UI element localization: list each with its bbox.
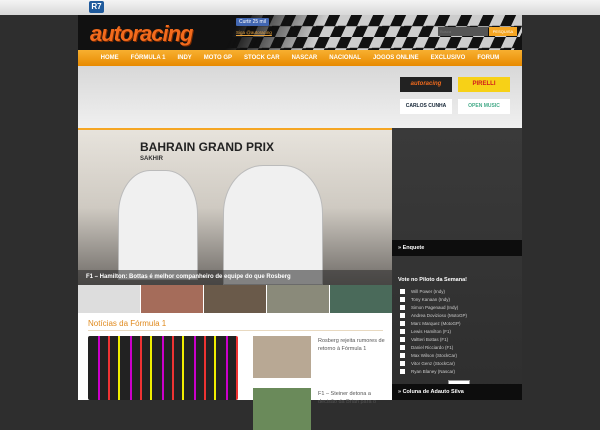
poll-option[interactable]: Daniel Ricciardo (F1): [400, 345, 453, 350]
site-logo[interactable]: autoracing: [90, 21, 193, 47]
twitter-follow-link[interactable]: Siga @autoracing: [236, 30, 272, 35]
news-link[interactable]: Rosberg rejeita rumores de retorno à Fór…: [318, 337, 386, 353]
poll-option[interactable]: Andrea Dovizioso (MotoGP): [400, 313, 467, 318]
portal-bar: R7: [0, 0, 600, 15]
slider-thumbnails: [78, 285, 392, 313]
option-label: Ryan Blaney (Nascar): [411, 369, 456, 374]
column-header[interactable]: » Coluna de Adauto Silva: [392, 384, 522, 400]
thumbnail[interactable]: [267, 285, 329, 313]
radio-button[interactable]: [400, 353, 405, 358]
option-label: Tony Kanaan (Indy): [411, 297, 451, 302]
poll-option[interactable]: Marc Marquez (MotoGP): [400, 321, 461, 326]
poll-option[interactable]: Lewis Hamilton (F1): [400, 329, 451, 334]
nav-nacional[interactable]: NACIONAL: [323, 50, 367, 66]
poll-question: Vote no Piloto da Semana!: [398, 277, 467, 283]
nav-forum[interactable]: FORUM: [471, 50, 505, 66]
option-label: Vitor Genz (StockCar): [411, 361, 455, 366]
radio-button[interactable]: [400, 297, 405, 302]
nav-indy[interactable]: INDY: [171, 50, 197, 66]
option-label: Andrea Dovizioso (MotoGP): [411, 313, 468, 318]
nav-nascar[interactable]: NASCAR: [286, 50, 324, 66]
sponsor-autoracing[interactable]: autoracing: [400, 77, 452, 92]
r7-logo[interactable]: R7: [89, 1, 104, 13]
option-label: Max Wilson (StockCar): [411, 353, 458, 358]
news-section: Notícias da Fórmula 1 Rosberg rejeita ru…: [78, 313, 392, 430]
option-label: Valtteri Bottas (F1): [411, 337, 449, 342]
nav-motogp[interactable]: MOTO GP: [198, 50, 238, 66]
poll-option[interactable]: Valtteri Bottas (F1): [400, 337, 448, 342]
driver-photo-left: [118, 170, 198, 280]
radio-button[interactable]: [400, 321, 405, 326]
nav-home[interactable]: HOME: [95, 50, 125, 66]
radio-button[interactable]: [400, 289, 405, 294]
option-label: Marc Marquez (MotoGP): [411, 321, 461, 326]
poll-option[interactable]: Ryan Blaney (Nascar): [400, 369, 455, 374]
main-nav: HOME FÓRMULA 1 INDY MOTO GP STOCK CAR NA…: [78, 50, 522, 66]
featured-slider[interactable]: BAHRAIN GRAND PRIX SAKHIR F1 – Hamilton:…: [78, 128, 392, 285]
nav-jogos-online[interactable]: JOGOS ONLINE: [367, 50, 425, 66]
option-label: Simon Pagenaud (Indy): [411, 305, 459, 310]
hero-caption[interactable]: F1 – Hamilton: Bottas é melhor companhei…: [78, 270, 392, 285]
facebook-like-button[interactable]: Curtir 25 mil: [236, 18, 269, 26]
poll-option[interactable]: Vitor Genz (StockCar): [400, 361, 455, 366]
driver-photo-right: [223, 165, 323, 285]
option-label: Lewis Hamilton (F1): [411, 329, 452, 334]
sidebar: » Enquete Vote no Piloto da Semana! Will…: [392, 128, 522, 400]
news-thumbnail[interactable]: [253, 336, 311, 378]
hero-backdrop-title: BAHRAIN GRAND PRIX: [140, 140, 275, 154]
radio-button[interactable]: [400, 305, 405, 310]
poll-option[interactable]: Will Power (Indy): [400, 289, 445, 294]
poll-header: » Enquete: [392, 240, 522, 256]
radio-button[interactable]: [400, 337, 405, 342]
section-title: Notícias da Fórmula 1: [88, 319, 167, 328]
search-button[interactable]: PESQUISA: [489, 27, 517, 36]
sponsor-carlos-cunha[interactable]: CARLOS CUNHA: [400, 99, 452, 114]
radio-button[interactable]: [400, 313, 405, 318]
radio-button[interactable]: [400, 361, 405, 366]
nav-exclusivo[interactable]: EXCLUSIVO: [425, 50, 472, 66]
news-main-image[interactable]: [88, 336, 238, 400]
sponsor-band: autoracing PIRELLI CARLOS CUNHA OPEN MUS…: [78, 66, 522, 128]
poll-option[interactable]: Simon Pagenaud (Indy): [400, 305, 458, 310]
hero-backdrop-sub: SAKHIR: [140, 156, 164, 162]
nav-formula1[interactable]: FÓRMULA 1: [125, 50, 172, 66]
radio-button[interactable]: [400, 345, 405, 350]
thumbnail[interactable]: [141, 285, 203, 313]
thumbnail[interactable]: [330, 285, 392, 313]
thumbnail[interactable]: [204, 285, 266, 313]
radio-button[interactable]: [400, 369, 405, 374]
poll-option[interactable]: Max Wilson (StockCar): [400, 353, 457, 358]
news-link[interactable]: F1 – Steiner detona a decisão da Brian p…: [318, 390, 386, 406]
page-container: autoracing Curtir 25 mil Siga @autoracin…: [78, 15, 522, 430]
radio-button[interactable]: [400, 329, 405, 334]
search-input[interactable]: [438, 27, 488, 36]
poll-option[interactable]: Tony Kanaan (Indy): [400, 297, 450, 302]
nav-stockcar[interactable]: STOCK CAR: [238, 50, 286, 66]
sponsor-pirelli[interactable]: PIRELLI: [458, 77, 510, 92]
news-thumbnail[interactable]: [253, 388, 311, 430]
thumbnail[interactable]: [78, 285, 140, 313]
site-header: autoracing Curtir 25 mil Siga @autoracin…: [78, 15, 522, 50]
divider: [88, 330, 383, 331]
option-label: Will Power (Indy): [411, 289, 446, 294]
option-label: Daniel Ricciardo (F1): [411, 345, 454, 350]
sponsor-open-music[interactable]: OPEN MUSIC: [458, 99, 510, 114]
